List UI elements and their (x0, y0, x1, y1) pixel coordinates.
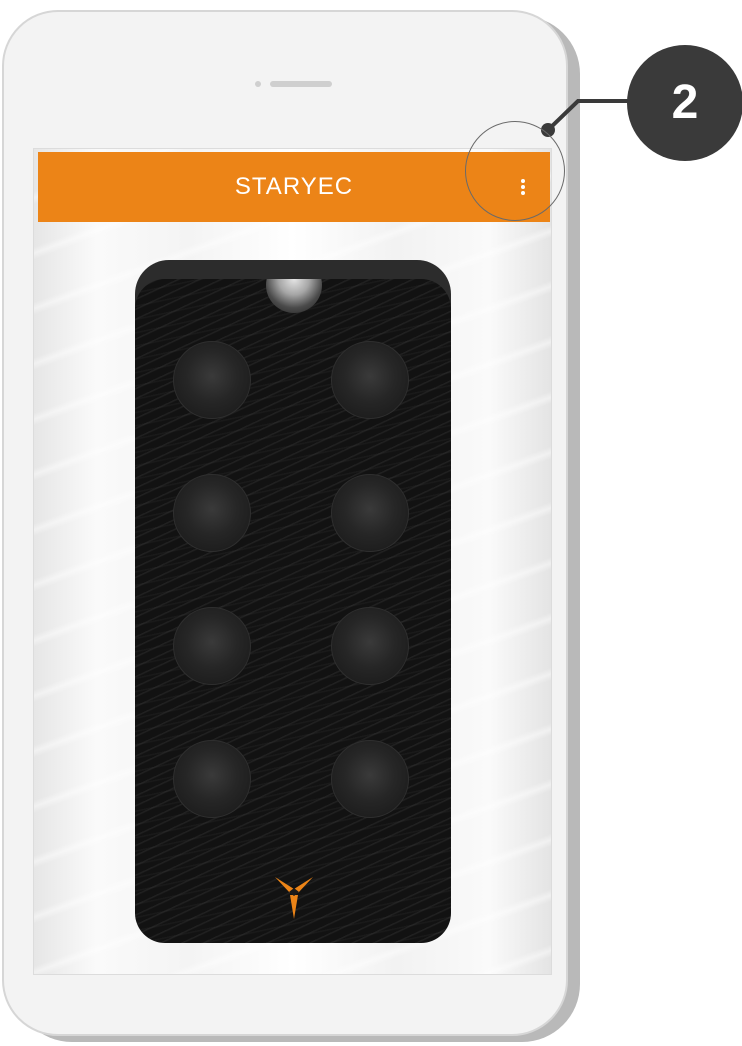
front-camera (255, 81, 261, 87)
step-number-badge: 2 (627, 45, 742, 161)
screenshot-stage: STARYEC 2 (0, 0, 742, 1046)
remote-button-3[interactable] (173, 474, 251, 552)
remote-control (135, 279, 451, 943)
phone-screen: STARYEC (33, 148, 552, 975)
remote-button-8[interactable] (331, 740, 409, 818)
remote-button-4[interactable] (331, 474, 409, 552)
remote-led (266, 279, 322, 313)
starytec-logo-icon (275, 871, 313, 919)
callout-highlight-circle (465, 121, 565, 221)
remote-button-5[interactable] (173, 607, 251, 685)
earpiece-speaker (270, 81, 332, 87)
remote-button-6[interactable] (331, 607, 409, 685)
remote-button-1[interactable] (173, 341, 251, 419)
remote-button-2[interactable] (331, 341, 409, 419)
remote-button-7[interactable] (173, 740, 251, 818)
